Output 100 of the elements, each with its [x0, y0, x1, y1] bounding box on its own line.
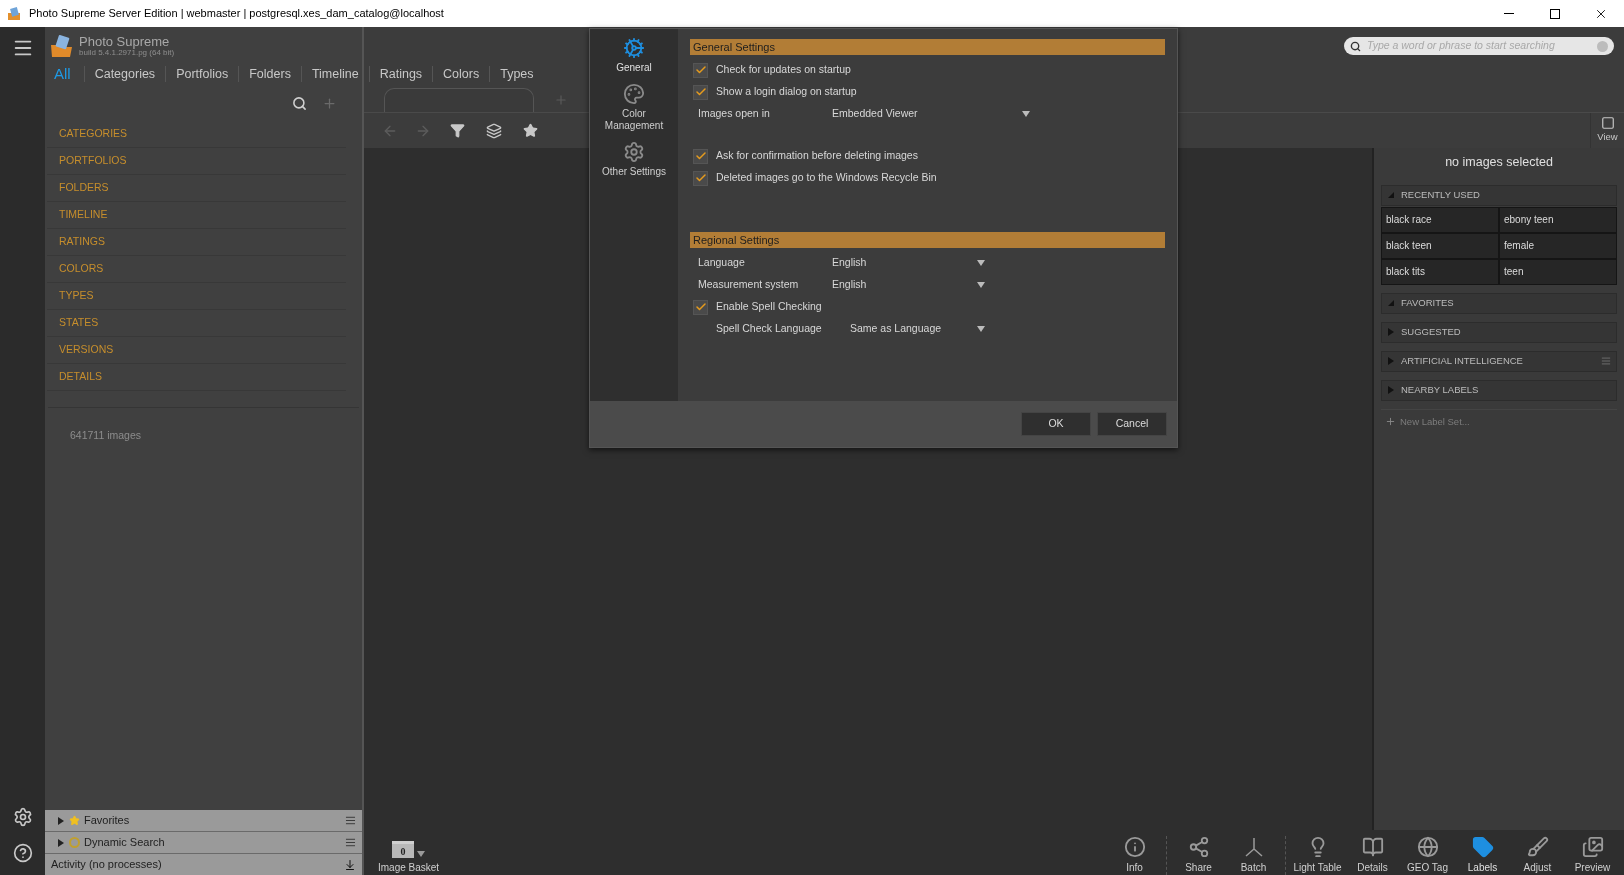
label-chip[interactable]: black tits: [1382, 259, 1498, 284]
toolbar-button[interactable]: Info: [1107, 836, 1162, 875]
toolbar-button[interactable]: Adjust: [1510, 836, 1565, 875]
field-label: Language: [698, 255, 746, 271]
menu-icon[interactable]: [345, 837, 356, 848]
search-icon: [1350, 40, 1361, 52]
field-label: Measurement system: [698, 277, 800, 293]
app-icon: [7, 6, 21, 21]
label-set-header[interactable]: RECENTLY USED: [1381, 184, 1617, 206]
palette-icon: [623, 83, 645, 105]
checkbox[interactable]: [693, 299, 708, 315]
checkbox-label: Show a login dialog on startup: [716, 84, 857, 100]
book-icon: [1361, 836, 1384, 858]
nav-tab[interactable]: Categories: [84, 64, 166, 84]
info-icon: [1123, 836, 1146, 858]
panel-header[interactable]: Dynamic Search: [45, 832, 362, 854]
tag-icon: [1471, 836, 1494, 858]
image-basket[interactable]: 0 Image Basket: [378, 841, 440, 875]
section-header: Regional Settings: [690, 232, 1165, 248]
checkbox[interactable]: [693, 84, 708, 100]
menu-icon[interactable]: [345, 815, 356, 826]
help-icon[interactable]: [12, 843, 33, 863]
star-icon[interactable]: [523, 123, 538, 138]
settings-icon[interactable]: [12, 807, 33, 827]
label-chip[interactable]: female: [1500, 233, 1616, 258]
field-label: Images open in: [698, 106, 771, 122]
nav-tab[interactable]: Folders: [239, 64, 301, 84]
selection-status: no images selected: [1444, 154, 1554, 171]
activity-bar: Activity (no processes): [45, 854, 362, 875]
sidebar-item[interactable]: CATEGORIES: [59, 126, 128, 142]
filter-icon[interactable]: [450, 123, 465, 138]
checkbox-label: Enable Spell Checking: [716, 299, 822, 315]
section-header: General Settings: [690, 39, 1165, 55]
panel-header[interactable]: Favorites: [45, 810, 362, 832]
settings-category[interactable]: Other Settings: [592, 141, 676, 178]
checkbox-label: Check for updates on startup: [716, 62, 851, 78]
toolbar-button[interactable]: Details: [1345, 836, 1400, 875]
toolbar-button[interactable]: Share: [1171, 836, 1226, 875]
app-name: Photo Supreme: [79, 34, 171, 48]
settings-category[interactable]: Color Management: [592, 83, 676, 132]
search-icon: [291, 95, 307, 111]
nav-tab[interactable]: Types: [490, 64, 544, 84]
label-set-header[interactable]: SUGGESTED: [1381, 321, 1617, 343]
sidebar-item[interactable]: VERSIONS: [59, 342, 114, 358]
sidebar-item[interactable]: COLORS: [59, 261, 104, 277]
dialog-button[interactable]: Cancel: [1097, 412, 1167, 436]
dropdown[interactable]: English: [832, 277, 985, 293]
label-chip[interactable]: teen: [1500, 259, 1616, 284]
label-chip[interactable]: ebony teen: [1500, 207, 1616, 232]
dynamic-search-icon: [69, 837, 80, 848]
view-icon: [1600, 116, 1615, 131]
build-number: build 5.4.1.2971.pg (64 bit): [79, 48, 175, 57]
label-chip[interactable]: black teen: [1382, 233, 1498, 258]
settings-category[interactable]: General: [592, 37, 676, 74]
checkbox-label: Ask for confirmation before deleting images: [716, 148, 918, 164]
nav-tab[interactable]: Portfolios: [166, 64, 239, 84]
sidebar-item[interactable]: TIMELINE: [59, 207, 108, 223]
checkbox[interactable]: [693, 170, 708, 186]
sidebar-item[interactable]: FOLDERS: [59, 180, 109, 196]
label-set-header[interactable]: NEARBY LABELS: [1381, 379, 1617, 401]
caret-icon: [977, 281, 985, 289]
checkbox[interactable]: [693, 62, 708, 78]
star-icon: [69, 815, 80, 826]
dropdown[interactable]: Embedded Viewer: [832, 106, 1030, 122]
checkbox[interactable]: [693, 148, 708, 164]
label-set-header[interactable]: FAVORITES: [1381, 292, 1617, 314]
dropdown[interactable]: English: [832, 255, 985, 271]
nav-tab[interactable]: Ratings: [369, 64, 433, 84]
images-icon: [1581, 836, 1604, 858]
globe-icon: [1416, 836, 1439, 858]
toolbar-button[interactable]: GEO Tag: [1400, 836, 1455, 875]
dropdown[interactable]: Same as Language: [850, 321, 985, 337]
window-title: Photo Supreme Server Edition | webmaster | postgresql.xes_dam_catalog@localhost: [29, 6, 444, 22]
toolbar-button[interactable]: Light Table: [1290, 836, 1345, 875]
label-chip[interactable]: black race: [1382, 207, 1498, 232]
expand-icon: [1387, 386, 1395, 395]
caret-icon: [417, 850, 426, 858]
toolbar-button[interactable]: Batch: [1226, 836, 1281, 875]
label-set-header[interactable]: ARTIFICIAL INTELLIGENCE: [1381, 350, 1617, 372]
layers-icon[interactable]: [486, 122, 502, 139]
plus-icon: [1385, 416, 1396, 428]
nav-tab[interactable]: Timeline: [301, 64, 369, 84]
expand-icon: [57, 838, 65, 847]
expand-icon: [57, 816, 65, 825]
sidebar-item[interactable]: RATINGS: [59, 234, 105, 250]
sidebar-item[interactable]: TYPES: [59, 288, 94, 304]
brush-icon: [1526, 836, 1549, 858]
sidebar-item[interactable]: DETAILS: [59, 369, 102, 385]
toolbar-button[interactable]: Preview: [1565, 836, 1620, 875]
share-icon: [1187, 836, 1210, 858]
caret-icon: [1022, 110, 1030, 118]
gear-icon: [623, 37, 645, 59]
sidebar-item[interactable]: STATES: [59, 315, 99, 331]
caret-icon: [977, 325, 985, 333]
nav-tab[interactable]: Colors: [433, 64, 490, 84]
dialog-button[interactable]: OK: [1021, 412, 1091, 436]
expand-icon: [1387, 357, 1395, 366]
toolbar-button[interactable]: Labels: [1455, 836, 1510, 875]
checkbox-label: Deleted images go to the Windows Recycle Bin: [716, 170, 937, 186]
sidebar-item[interactable]: PORTFOLIOS: [59, 153, 127, 169]
